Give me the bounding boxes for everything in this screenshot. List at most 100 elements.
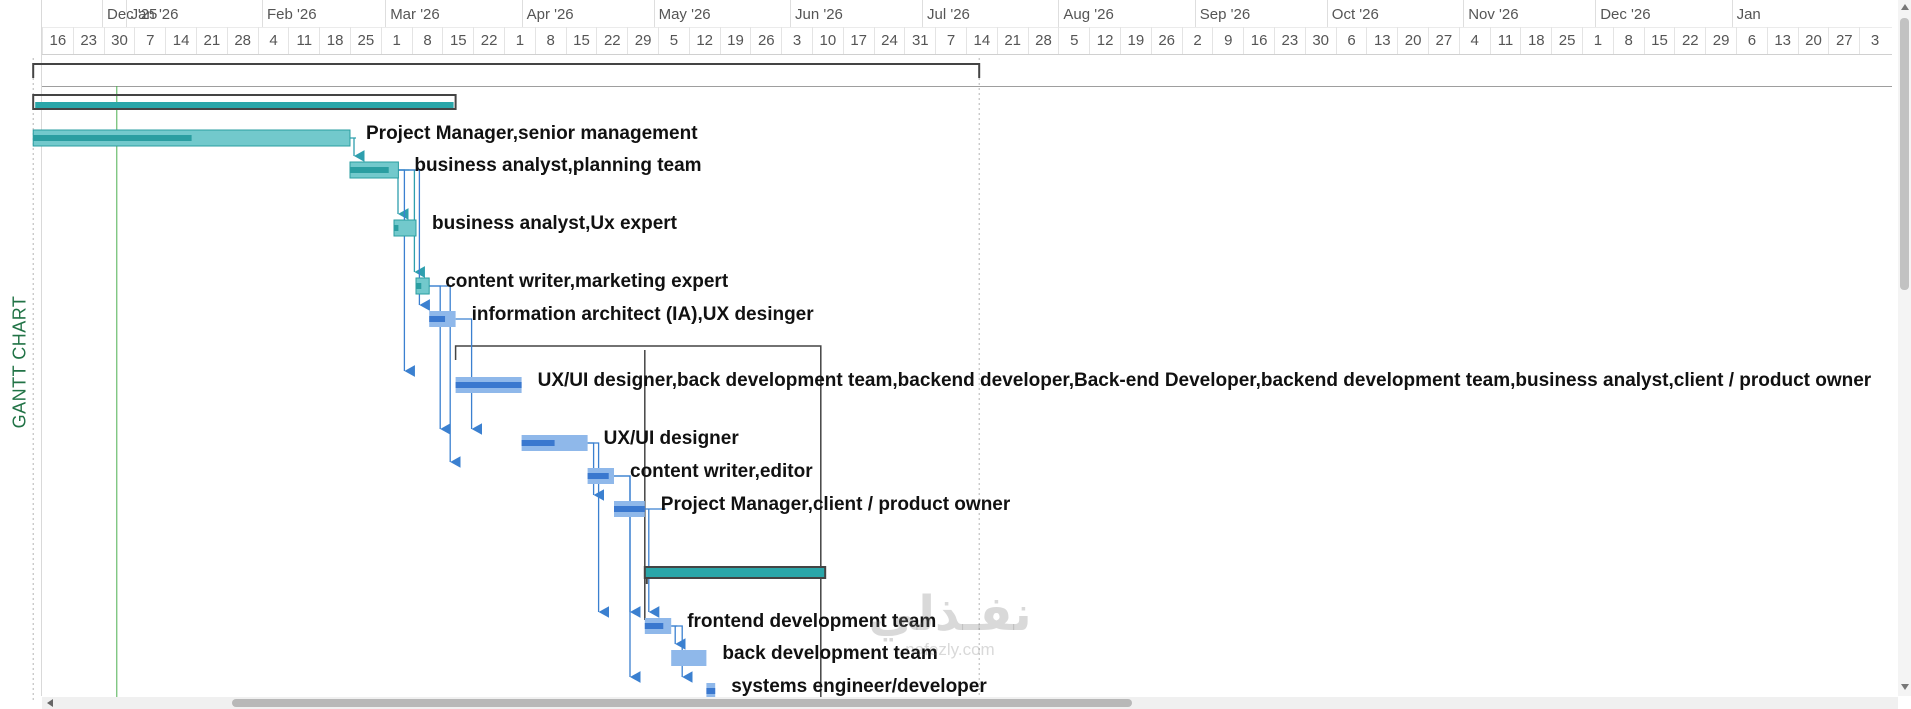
timescale-day: 28 — [1027, 27, 1059, 54]
timescale-day: 8 — [411, 27, 443, 54]
view-side-label-text: GANTT CHART — [9, 295, 30, 429]
timescale-day: 3 — [781, 27, 812, 54]
task-bar[interactable] — [393, 219, 417, 237]
dependency-link[interactable] — [614, 475, 641, 618]
horizontal-scroll-thumb[interactable] — [232, 699, 1132, 707]
timescale-day: 2 — [1181, 27, 1213, 54]
timescale-month: Oct '26 — [1326, 0, 1463, 27]
timescale-day: 24 — [873, 27, 905, 54]
timescale-day: 4 — [1458, 27, 1490, 54]
timescale-month: Mar '26 — [385, 0, 521, 27]
task-label: information architect (IA),UX desinger — [472, 304, 815, 325]
timescale-day: 17 — [842, 27, 874, 54]
timescale-day: 25 — [1551, 27, 1582, 54]
timescale-day: 3 — [1859, 27, 1890, 54]
timescale-day: 19 — [719, 27, 751, 54]
task-label: back development team — [722, 643, 937, 664]
dependency-link[interactable] — [455, 318, 483, 435]
timescale-day: 16 — [1243, 27, 1274, 54]
horizontal-scrollbar[interactable] — [42, 697, 1898, 709]
task-bar[interactable] — [429, 311, 456, 327]
dependency-link[interactable] — [350, 137, 365, 162]
timescale-day: 21 — [196, 27, 227, 54]
timescale-day: 11 — [1489, 27, 1521, 54]
gantt-app: GANTT CHART Dec '25 Jan '26 Feb '26 Mar '26… — [0, 0, 1911, 709]
timescale-day: 1 — [380, 27, 412, 54]
timescale-day: 8 — [1612, 27, 1644, 54]
timescale-day: 7 — [935, 27, 966, 54]
timescale-day: 14 — [966, 27, 997, 54]
dependency-link[interactable] — [397, 169, 410, 220]
summary-bar[interactable] — [643, 566, 827, 584]
timescale-month: Apr '26 — [521, 0, 654, 27]
timescale-day: 9 — [1212, 27, 1243, 54]
timescale-day: 15 — [442, 27, 473, 54]
task-label: UX/UI designer — [604, 428, 740, 449]
task-bar[interactable] — [455, 377, 522, 393]
task-bar[interactable] — [521, 435, 588, 451]
timescale-month: Nov '26 — [1463, 0, 1595, 27]
scroll-down-icon[interactable] — [1901, 684, 1909, 690]
timescale-day: 31 — [904, 27, 935, 54]
timescale-day: 16 — [42, 27, 73, 54]
task-bar[interactable] — [644, 618, 672, 634]
timescale-day: 1 — [504, 27, 535, 54]
vertical-scroll-thumb[interactable] — [1900, 18, 1909, 290]
dependency-link[interactable] — [671, 625, 686, 650]
timescale-day: 1 — [1582, 27, 1613, 54]
timescale-month: Jan '26 — [125, 0, 262, 27]
task-bar[interactable] — [587, 468, 614, 484]
timescale-day: 11 — [288, 27, 319, 54]
task-label: content writer,editor — [630, 461, 813, 482]
timescale-day: 19 — [1120, 27, 1151, 54]
task-label: systems engineer/developer — [731, 676, 987, 697]
timescale-day: 14 — [165, 27, 196, 54]
dependency-link[interactable] — [398, 169, 415, 377]
task-label: content writer,marketing expert — [445, 271, 729, 292]
timescale-day: 26 — [1150, 27, 1182, 54]
dependency-link[interactable] — [644, 508, 666, 618]
gantt-chart-area: Project Manager,senior management busines… — [32, 58, 1872, 700]
timescale-month: Aug '26 — [1058, 0, 1194, 27]
task-bar[interactable] — [614, 501, 645, 517]
timescale-day: 22 — [596, 27, 627, 54]
timescale-day: 18 — [1520, 27, 1551, 54]
timescale-day: 29 — [1705, 27, 1736, 54]
vertical-scrollbar[interactable] — [1898, 0, 1911, 696]
task-label: business analyst,Ux expert — [432, 213, 678, 234]
timescale-day: 26 — [750, 27, 781, 54]
timescale-day: 29 — [627, 27, 658, 54]
timescale-day: 15 — [1643, 27, 1675, 54]
timescale-month: May '26 — [653, 0, 790, 27]
task-label: Project Manager,senior management — [366, 123, 698, 144]
summary-bar[interactable] — [32, 94, 457, 110]
timescale-day: 22 — [473, 27, 504, 54]
timescale-month: Sep '26 — [1194, 0, 1327, 27]
timescale-day: 23 — [72, 27, 104, 54]
timescale-day: 22 — [1674, 27, 1705, 54]
timescale-month: Jun '26 — [790, 0, 922, 27]
timescale-day: 27 — [1828, 27, 1859, 54]
task-bar[interactable] — [415, 277, 430, 295]
timescale-day: 13 — [1366, 27, 1397, 54]
timescale-day: 15 — [565, 27, 597, 54]
timescale-day: 21 — [996, 27, 1028, 54]
timescale-day: 12 — [688, 27, 720, 54]
timescale-day: 28 — [226, 27, 258, 54]
scroll-up-icon[interactable] — [1901, 4, 1909, 10]
timescale-day: 20 — [1397, 27, 1428, 54]
project-summary-row — [42, 55, 1892, 87]
task-bar[interactable] — [671, 650, 707, 666]
timescale-day: 12 — [1089, 27, 1120, 54]
task-label: Project Manager,client / product owner — [661, 494, 1011, 515]
task-bar[interactable] — [32, 129, 351, 147]
dependency-link[interactable] — [429, 285, 451, 435]
task-bar[interactable] — [349, 161, 399, 179]
timescale-day: 13 — [1766, 27, 1798, 54]
scroll-left-icon[interactable] — [47, 699, 53, 707]
timescale-day: 30 — [103, 27, 135, 54]
timescale-month: Feb '26 — [262, 0, 385, 27]
timescale-day: 5 — [1058, 27, 1089, 54]
timescale-day: 5 — [658, 27, 689, 54]
timescale-day: 8 — [534, 27, 566, 54]
